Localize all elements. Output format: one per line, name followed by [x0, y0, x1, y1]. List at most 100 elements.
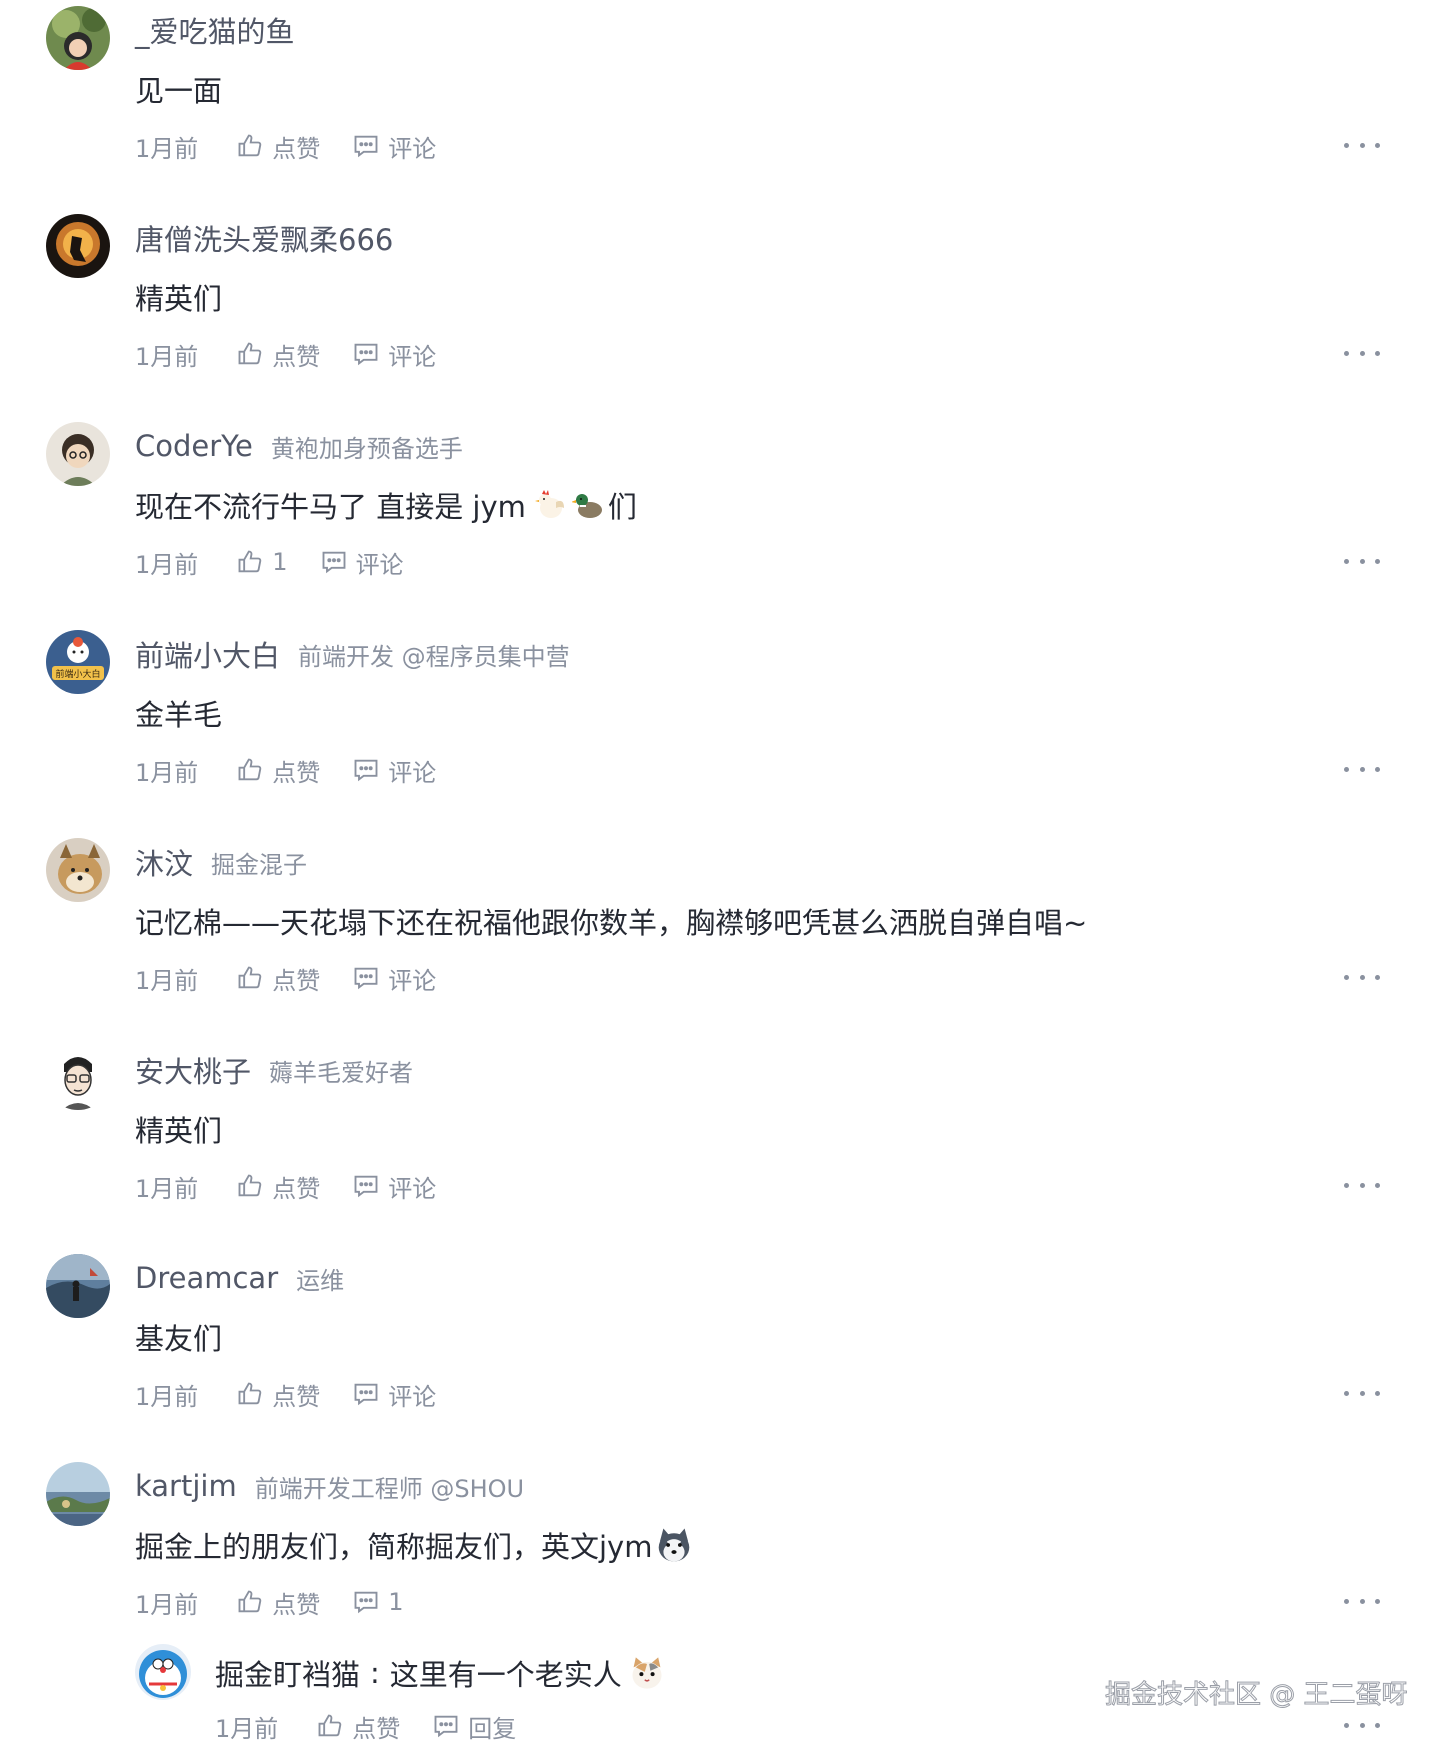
username[interactable]: 安大桃子 [135, 1049, 251, 1091]
like-button[interactable]: 点赞 [236, 129, 320, 164]
user-title: 薅羊毛爱好者 [269, 1058, 414, 1087]
comment-content: 金羊毛 [135, 692, 222, 734]
comment-icon [354, 967, 378, 990]
comment-label: 评论 [388, 342, 437, 371]
comment-icon [354, 1175, 378, 1198]
comment-content: 记忆棉——天花塌下还在祝福他跟你数羊，胸襟够吧凭甚么洒脱自弹自唱~ [135, 900, 1087, 942]
user-title: 运维 [296, 1266, 345, 1295]
comment-item: 沐汶 掘金混子 记忆棉——天花塌下还在祝福他跟你数羊，胸襟够吧凭甚么洒脱自弹自唱… [0, 832, 1434, 1040]
more-icon[interactable] [1344, 546, 1380, 576]
comment-text: 记忆棉——天花塌下还在祝福他跟你数羊，胸襟够吧凭甚么洒脱自弹自唱~ [135, 906, 1088, 940]
more-icon[interactable] [1344, 1378, 1380, 1408]
reply-time: 1月前 [215, 1714, 279, 1743]
comment-button[interactable]: 评论 [352, 337, 436, 372]
like-button[interactable]: 点赞 [236, 753, 320, 788]
comment-content: 现在不流行牛马了 直接是 jym 们 [135, 484, 637, 526]
username[interactable]: _爱吃猫的鱼 [135, 9, 295, 51]
comment-button[interactable]: 1 [352, 1588, 404, 1616]
more-icon[interactable] [1344, 130, 1380, 160]
like-button[interactable]: 1 [236, 548, 288, 576]
like-icon [238, 342, 262, 365]
avatar-label: 前端小大白 [55, 668, 100, 680]
comment-text: 掘金上的朋友们，简称掘友们，英文jym [135, 1530, 653, 1564]
comment-button[interactable]: 评论 [352, 961, 436, 996]
comment-button[interactable]: 评论 [352, 1377, 436, 1412]
more-icon[interactable] [1344, 754, 1380, 784]
like-button[interactable]: 点赞 [316, 1709, 400, 1744]
comment-label: 评论 [388, 966, 437, 995]
more-icon[interactable] [1344, 1170, 1380, 1200]
emoji-husky-icon [654, 1525, 694, 1565]
comment-text: 精英们 [135, 282, 223, 316]
user-title: 黄袍加身预备选手 [270, 434, 463, 463]
comment-button[interactable]: 评论 [352, 753, 436, 788]
like-icon [318, 1714, 342, 1737]
reply-text: 这里有一个老实人 [389, 1658, 622, 1692]
like-label: 点赞 [272, 134, 321, 163]
more-icon[interactable] [1344, 962, 1380, 992]
action-row: 1月前 点赞 评论 [135, 958, 468, 998]
comment-button[interactable]: 评论 [352, 1169, 436, 1204]
action-row: 1月前 点赞 评论 [135, 334, 468, 374]
comment-icon [354, 759, 378, 782]
like-label: 点赞 [272, 1174, 321, 1203]
comment-text: 精英们 [135, 1114, 223, 1148]
username[interactable]: CoderYe [135, 429, 253, 463]
reply-button[interactable]: 回复 [432, 1709, 516, 1744]
comment-item: kartjim 前端开发工程师 @SHOU 掘金上的朋友们，简称掘友们，英文jy… [0, 1456, 1434, 1664]
like-button[interactable]: 点赞 [236, 1585, 320, 1620]
like-button[interactable]: 点赞 [236, 337, 320, 372]
comment-label: 评论 [388, 1382, 437, 1411]
avatar[interactable] [46, 6, 110, 70]
username[interactable]: 沐汶 [135, 841, 193, 883]
comment-icon [354, 1591, 378, 1614]
like-button[interactable]: 点赞 [236, 961, 320, 996]
comment-text: 现在不流行牛马了 直接是 jym [135, 490, 526, 524]
avatar[interactable] [46, 214, 110, 278]
username[interactable]: 前端小大白 [135, 633, 280, 675]
comment-icon [354, 343, 378, 366]
comment-time: 1月前 [135, 1174, 199, 1203]
comment-icon [354, 135, 378, 158]
action-row: 1月前 点赞 评论 [135, 750, 468, 790]
avatar[interactable] [46, 838, 110, 902]
avatar[interactable] [135, 1644, 191, 1700]
user-title: 掘金混子 [211, 850, 308, 879]
action-row: 1月前 1 评论 [135, 542, 436, 582]
comment-label: 评论 [388, 1174, 437, 1203]
comment-button[interactable]: 评论 [320, 545, 404, 580]
username[interactable]: kartjim [135, 1469, 237, 1503]
emoji-cat-icon [628, 1654, 666, 1692]
like-icon [238, 1382, 262, 1405]
comment-item: _爱吃猫的鱼 见一面 1月前 点赞 评论 [0, 0, 1434, 208]
avatar[interactable] [46, 1046, 110, 1110]
comment-time: 1月前 [135, 1382, 199, 1411]
like-label: 点赞 [272, 966, 321, 995]
action-row: 1月前 点赞 评论 [135, 1166, 468, 1206]
avatar[interactable] [46, 1462, 110, 1526]
like-label: 点赞 [352, 1714, 401, 1743]
more-icon[interactable] [1344, 1586, 1380, 1616]
comment-time: 1月前 [135, 134, 199, 163]
like-icon [238, 550, 262, 573]
reply-label: 回复 [468, 1714, 517, 1743]
username[interactable]: 唐僧洗头爱飘柔666 [135, 217, 393, 259]
comment-time: 1月前 [135, 342, 199, 371]
comment-content: 基友们 [135, 1316, 222, 1358]
avatar[interactable]: 前端小大白 [46, 630, 110, 694]
comment-time: 1月前 [135, 550, 199, 579]
comment-icon [354, 1383, 378, 1406]
reply-username[interactable]: 掘金盯裆猫 [215, 1652, 360, 1694]
action-row: 1月前 点赞 1 [135, 1582, 436, 1622]
more-icon[interactable] [1344, 1710, 1380, 1740]
comment-icon [322, 551, 345, 574]
avatar[interactable] [46, 1254, 110, 1318]
avatar[interactable] [46, 422, 110, 486]
user-title: 前端开发工程师 @SHOU [254, 1474, 525, 1503]
comment-button[interactable]: 评论 [352, 129, 436, 164]
more-icon[interactable] [1344, 338, 1380, 368]
username[interactable]: Dreamcar [135, 1261, 278, 1295]
comment-item: 唐僧洗头爱飘柔666 精英们 1月前 点赞 评论 [0, 208, 1434, 416]
like-button[interactable]: 点赞 [236, 1169, 320, 1204]
like-button[interactable]: 点赞 [236, 1377, 320, 1412]
